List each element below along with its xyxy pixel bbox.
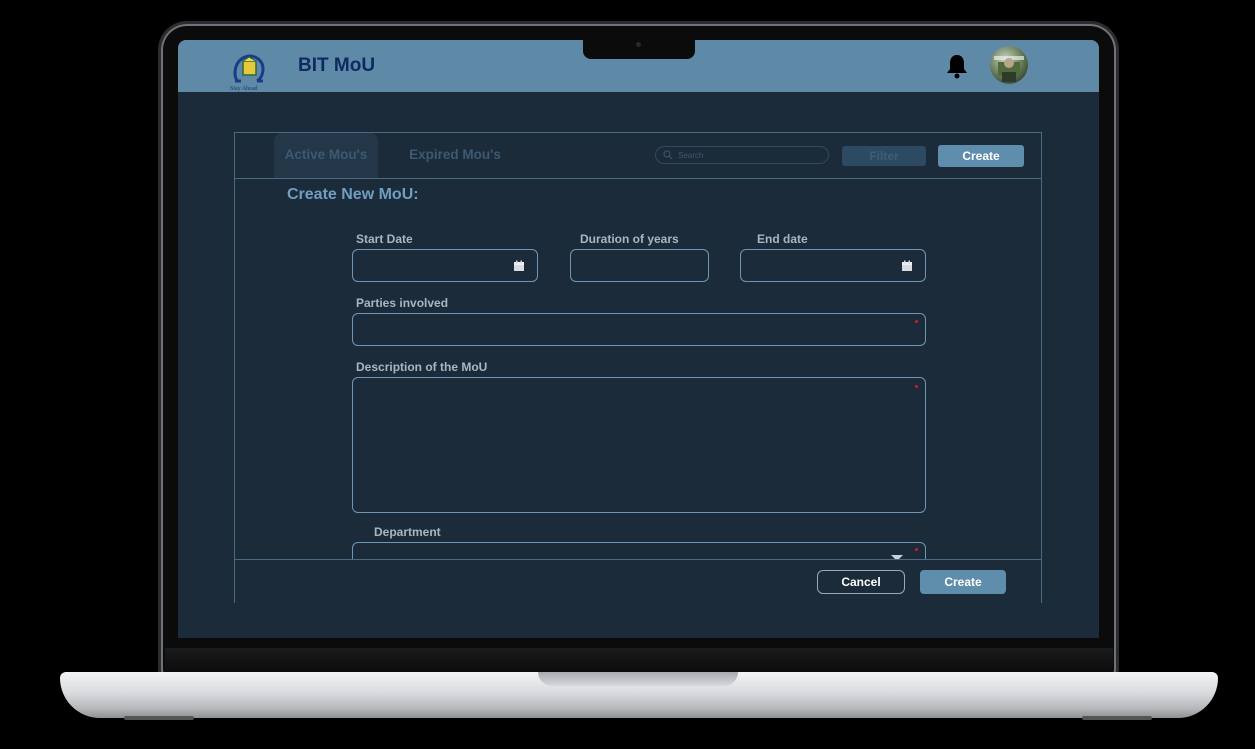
create-button[interactable]: Create [938, 145, 1024, 167]
logo-icon [233, 54, 265, 83]
tab-active-mous[interactable]: Active Mou's [274, 133, 378, 178]
search-icon [663, 150, 673, 160]
avatar-image [994, 56, 1024, 82]
tab-bar: Active Mou's Expired Mou's Filter Create [235, 133, 1041, 179]
camera-notch [583, 40, 695, 59]
laptop-hinge [165, 648, 1113, 672]
department-label: Department [374, 525, 441, 539]
search-input[interactable] [678, 147, 818, 163]
bell-icon[interactable] [946, 53, 968, 79]
tab-expired-mous[interactable]: Expired Mou's [400, 133, 510, 178]
description-label: Description of the MoU [356, 360, 488, 374]
form-footer: Cancel Create [235, 559, 1041, 604]
end-date-field[interactable] [740, 249, 926, 282]
laptop-base-notch [538, 672, 738, 686]
camera-icon [636, 42, 641, 47]
calendar-icon[interactable] [901, 260, 913, 272]
department-select[interactable] [352, 542, 926, 559]
submit-create-button[interactable]: Create [920, 570, 1006, 594]
app-title: BIT MoU [298, 55, 376, 76]
required-indicator [915, 548, 918, 551]
avatar[interactable] [990, 46, 1028, 84]
logo-tagline: Stay Ahead [230, 86, 258, 92]
parties-field[interactable] [352, 313, 926, 346]
laptop-foot-right [1082, 716, 1152, 720]
parties-label: Parties involved [356, 296, 449, 310]
filter-button[interactable]: Filter [842, 146, 926, 166]
description-field[interactable] [352, 377, 926, 513]
start-date-label: Start Date [356, 232, 413, 246]
calendar-icon[interactable] [513, 260, 525, 272]
cancel-button[interactable]: Cancel [817, 570, 905, 594]
laptop-foot-left [124, 716, 194, 720]
mou-panel: Active Mou's Expired Mou's Filter Create… [234, 132, 1042, 604]
form-area[interactable]: Create New MoU: Start Date Duration of y… [235, 179, 1041, 559]
required-indicator [915, 385, 918, 388]
end-date-label: End date [757, 232, 808, 246]
duration-label: Duration of years [580, 232, 679, 246]
required-indicator [915, 320, 918, 323]
start-date-field[interactable] [352, 249, 538, 282]
form-title: Create New MoU: [287, 186, 419, 203]
duration-field[interactable] [570, 249, 709, 282]
screen: Stay Ahead BIT MoU Active Mou's Expired … [178, 40, 1099, 638]
search-box[interactable] [655, 146, 829, 164]
